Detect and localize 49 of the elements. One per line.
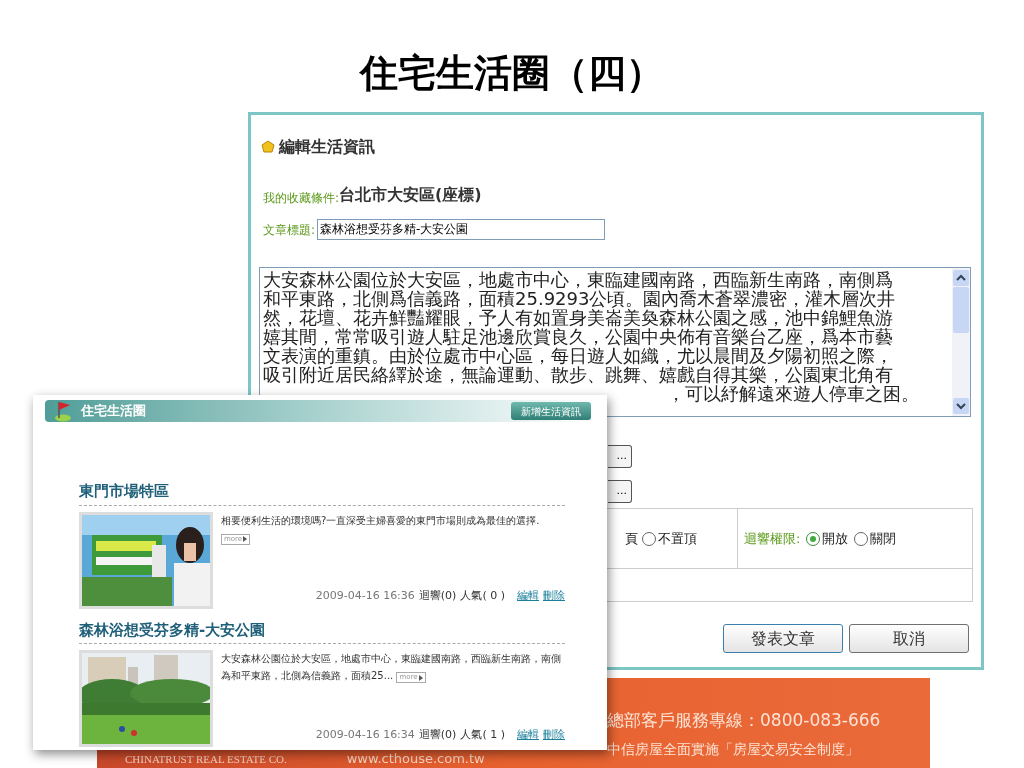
- reply-permission-label: 迴響權限:: [744, 529, 801, 548]
- scroll-thumb[interactable]: [953, 287, 969, 333]
- reply-count: 迴響(0): [418, 726, 457, 743]
- post-date: 2009-04-16 16:34: [315, 726, 415, 743]
- radio-button[interactable]: [854, 531, 869, 546]
- play-icon: [418, 674, 423, 681]
- body-text-line: ，可以紓解遠來遊人停車之困。: [667, 384, 919, 403]
- scroll-bar[interactable]: [952, 268, 970, 416]
- delete-link[interactable]: 刪除: [543, 588, 565, 605]
- reply-count: 迴響(0): [418, 588, 457, 604]
- title-label: 文章標題:: [263, 221, 316, 239]
- scroll-up-icon[interactable]: [953, 270, 969, 286]
- post-title[interactable]: 森林浴想受芬多精-大安公園: [79, 618, 565, 644]
- title-field[interactable]: 森林浴想受芬多精-大安公園: [317, 219, 606, 240]
- view-count: 人氣( 1 ): [460, 726, 505, 743]
- body-text-line: 嬉其間，常常吸引遊人駐足池邊欣賞良久，公園中央佈有音樂台乙座，爲本市藝: [263, 327, 893, 346]
- company-name: CHINATRUST REAL ESTATE CO.: [125, 752, 287, 766]
- favorite-label: 我的收藏條件:: [263, 190, 340, 207]
- flag-icon: [53, 400, 73, 422]
- body-text-line: 文表演的重鎮。由於位處市中心區，每日遊人如織，尤以晨間及夕陽初照之際，: [263, 346, 893, 365]
- favorite-value: 台北市大安區(座標): [339, 184, 482, 206]
- radio-label: 關閉: [870, 529, 897, 548]
- pin-option-label: 頁: [625, 529, 638, 548]
- edit-link[interactable]: 編輯: [517, 588, 539, 605]
- body-text-line: 吸引附近居民絡繹於途，無論運動、散步、跳舞、嬉戲自得其樂，公園東北角有: [263, 365, 893, 384]
- cancel-button[interactable]: 取消: [849, 624, 969, 653]
- radio-label: 開放: [822, 529, 849, 548]
- slide-title: 住宅生活圈（四）: [360, 50, 664, 97]
- radio-label: 不置頂: [658, 529, 697, 548]
- editor-heading: 編輯生活資訊: [279, 136, 375, 158]
- post-title[interactable]: 東門市場特區: [79, 480, 565, 506]
- edit-link[interactable]: 編輯: [517, 726, 539, 743]
- body-text-line: 和平東路，北側爲信義路，面積25.9293公頃。園內喬木蒼翠濃密，灌木層次井: [263, 289, 896, 308]
- gem-icon: [261, 140, 275, 154]
- delete-link[interactable]: 刪除: [543, 726, 565, 743]
- browse-button[interactable]: ...: [608, 445, 632, 468]
- hotline-text: 總部客戶服務專線：0800-083-666: [607, 708, 881, 732]
- body-text-line: 然，花壇、花卉鮮豔耀眼，予人有如置身美崙美奐森林公園之感，池中錦鯉魚游: [263, 308, 893, 327]
- scroll-down-icon[interactable]: [953, 398, 969, 414]
- publish-button[interactable]: 發表文章: [723, 624, 843, 653]
- browse-button[interactable]: ...: [608, 480, 632, 503]
- website: www.cthouse.com.tw: [346, 751, 485, 766]
- slogan-text: 中信房屋全面實施「房屋交易安全制度」: [607, 740, 860, 759]
- radio-button[interactable]: [642, 531, 656, 546]
- radio-button[interactable]: [806, 531, 821, 546]
- post-date: 2009-04-16 16:36: [315, 588, 415, 604]
- body-text-line: 大安森林公園位於大安區，地處市中心，東臨建國南路，西臨新生南路，南側爲: [263, 270, 893, 289]
- view-count: 人氣( 0 ): [460, 588, 505, 604]
- panel-title: 住宅生活圈: [81, 402, 146, 421]
